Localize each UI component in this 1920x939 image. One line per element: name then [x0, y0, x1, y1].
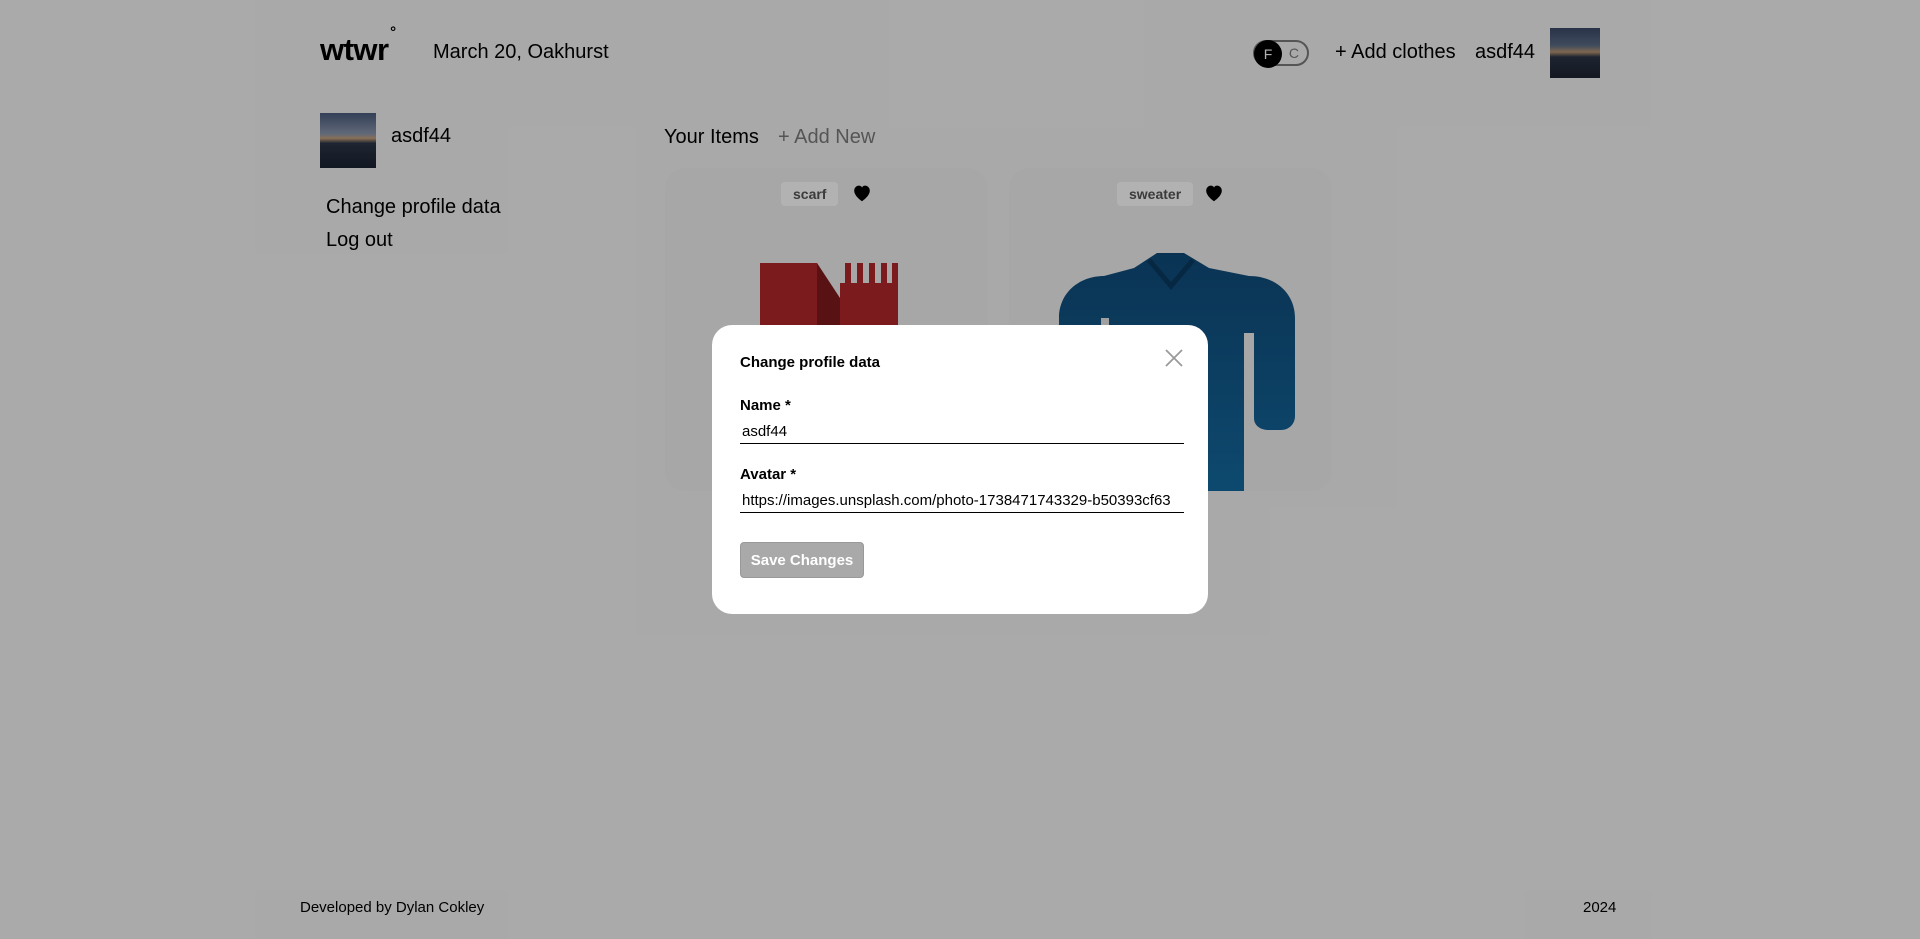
avatar-label: Avatar *: [740, 466, 797, 483]
close-icon[interactable]: [1164, 348, 1184, 368]
avatar-url-input[interactable]: [740, 489, 1184, 513]
name-label: Name *: [740, 397, 791, 414]
save-changes-button[interactable]: Save Changes: [740, 542, 864, 578]
name-input[interactable]: [740, 420, 1184, 444]
change-profile-modal: Change profile data Name * Avatar * Save…: [712, 325, 1208, 614]
modal-title: Change profile data: [740, 354, 881, 371]
